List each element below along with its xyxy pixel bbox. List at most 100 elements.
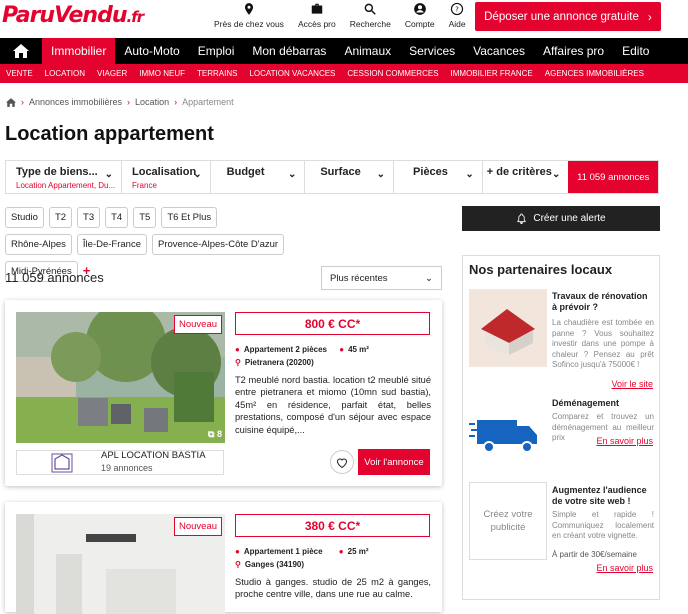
- partner-price: À partir de 30€/semaine: [552, 550, 637, 559]
- chip-t3[interactable]: T3: [77, 207, 101, 228]
- site-logo[interactable]: ParuVendu.fr: [2, 3, 144, 28]
- subnav-cession-commerces[interactable]: CESSION COMMERCES: [341, 69, 444, 78]
- partner-link[interactable]: Voir le site: [611, 379, 653, 389]
- photo-count: ⧉ 8: [208, 429, 222, 439]
- create-ad-placeholder[interactable]: Créez votre publicité: [469, 482, 547, 560]
- listing-rooms: Appartement 1 pièce: [243, 547, 323, 556]
- listing-description: T2 meublé nord bastia. location t2 meubl…: [235, 375, 431, 435]
- chip-t2[interactable]: T2: [48, 207, 73, 228]
- partner-link[interactable]: En savoir plus: [596, 436, 653, 446]
- location-pin-icon: [244, 3, 254, 15]
- truck-icon[interactable]: [469, 394, 547, 472]
- filter-bar: Type de biens... Location Appartement, Du…: [5, 160, 659, 194]
- listing-card[interactable]: ⧉ 8 Nouveau 800 € CC* ● Appartement 2 piè…: [5, 300, 442, 486]
- home-icon[interactable]: [6, 97, 16, 107]
- listing-price: 380 € CC*: [235, 514, 430, 537]
- chip-ile-de-france[interactable]: Île-De-France: [76, 234, 147, 255]
- nav-debarras[interactable]: Mon débarras: [243, 38, 335, 64]
- subnav-immobilier-france[interactable]: IMMOBILIER FRANCE: [445, 69, 539, 78]
- breadcrumb-current: Appartement: [182, 97, 234, 107]
- partner-title[interactable]: Travaux de rénovation à prévoir ?: [552, 291, 654, 313]
- filter-surface[interactable]: Surface ⌄: [305, 161, 395, 193]
- pro-access-link[interactable]: Accès pro: [298, 2, 336, 29]
- chevron-down-icon: ⌄: [552, 169, 561, 180]
- breadcrumb-item[interactable]: Annonces immobilières: [29, 97, 122, 107]
- chip-rhone-alpes[interactable]: Rhône-Alpes: [5, 234, 72, 255]
- subnav-terrains[interactable]: TERRAINS: [191, 69, 243, 78]
- listing-surface: 25 m²: [347, 547, 369, 556]
- sub-nav: VENTE LOCATION VIAGER IMMO NEUF TERRAINS…: [0, 64, 688, 83]
- account-link[interactable]: Compte: [405, 2, 435, 29]
- partner-link[interactable]: En savoir plus: [596, 563, 653, 573]
- listing-specs: ● Appartement 1 pièce ● 25 m²: [235, 547, 369, 556]
- chip-t4[interactable]: T4: [105, 207, 129, 228]
- partners-panel: Nos partenaires locaux Travaux de rénova…: [462, 255, 660, 600]
- nav-affaires-pro[interactable]: Affaires pro: [534, 38, 613, 64]
- nearby-link[interactable]: Près de chez vous: [214, 2, 284, 29]
- subnav-location-vacances[interactable]: LOCATION VACANCES: [243, 69, 341, 78]
- partners-title: Nos partenaires locaux: [469, 262, 613, 277]
- sort-select[interactable]: Plus récentes ⌄: [321, 266, 442, 290]
- user-icon: [413, 3, 426, 15]
- nav-services[interactable]: Services: [400, 38, 464, 64]
- nav-immobilier[interactable]: Immobilier: [42, 38, 116, 64]
- help-link[interactable]: ? Aide: [449, 2, 466, 29]
- chip-studio[interactable]: Studio: [5, 207, 44, 228]
- nav-auto-moto[interactable]: Auto-Moto: [115, 38, 188, 64]
- post-ad-button[interactable]: Déposer une annonce gratuite ›: [475, 2, 661, 31]
- subnav-agences[interactable]: AGENCES IMMOBILIÈRES: [539, 69, 650, 78]
- nav-vacances[interactable]: Vacances: [464, 38, 534, 64]
- chevron-down-icon: ⌄: [465, 169, 474, 180]
- location-pin-icon: ⚲: [235, 358, 241, 367]
- top-bar: ParuVendu.fr Près de chez vous Accès pro…: [0, 0, 688, 38]
- create-alert-button[interactable]: Créer une alerte: [462, 206, 660, 231]
- new-badge: Nouveau: [174, 517, 223, 536]
- chevron-down-icon: ⌄: [193, 169, 202, 180]
- results-count-button[interactable]: 11 059 annonces: [568, 161, 659, 193]
- subnav-location[interactable]: LOCATION: [39, 69, 91, 78]
- subnav-vente[interactable]: VENTE: [0, 69, 39, 78]
- new-badge: Nouveau: [174, 315, 223, 334]
- partner-text: La chaudière est tombée en panne ? Vous …: [552, 318, 654, 369]
- listing-specs: ● Appartement 2 pièces ● 45 m²: [235, 345, 369, 354]
- listing-location: ⚲ Pietranera (20200): [235, 358, 314, 367]
- nav-edito[interactable]: Edito: [613, 38, 658, 64]
- subnav-immo-neuf[interactable]: IMMO NEUF: [133, 69, 191, 78]
- breadcrumb: › Annonces immobilières › Location › App…: [6, 97, 234, 107]
- bell-icon: [517, 213, 526, 224]
- search-link[interactable]: Recherche: [350, 2, 391, 29]
- svg-text:?: ?: [455, 6, 459, 14]
- listing-description: Studio à ganges. studio de 25 m2 à gange…: [235, 577, 431, 600]
- filter-more[interactable]: + de critères ⌄: [483, 161, 569, 193]
- chevron-right-icon: ›: [647, 9, 652, 24]
- partner-title[interactable]: Déménagement: [552, 398, 654, 409]
- partner-title[interactable]: Augmentez l'audience de votre site web !: [552, 485, 654, 507]
- listing-card[interactable]: Nouveau 380 € CC* ● Appartement 1 pièce ●…: [5, 502, 442, 614]
- agency-name[interactable]: APL LOCATION BASTIA: [101, 450, 206, 461]
- chip-t6-plus[interactable]: T6 Et Plus: [161, 207, 218, 228]
- chip-t5[interactable]: T5: [133, 207, 157, 228]
- filter-rooms[interactable]: Pièces ⌄: [394, 161, 483, 193]
- nav-emploi[interactable]: Emploi: [189, 38, 244, 64]
- renovation-image[interactable]: [469, 289, 547, 367]
- home-icon[interactable]: [0, 38, 42, 64]
- filter-type[interactable]: Type de biens... Location Appartement, Du…: [6, 161, 122, 193]
- location-pin-icon: ⚲: [235, 560, 241, 569]
- view-listing-button[interactable]: Voir l'annonce: [358, 449, 430, 475]
- main-nav: Immobilier Auto-Moto Emploi Mon débarras…: [0, 38, 688, 64]
- nav-animaux[interactable]: Animaux: [335, 38, 400, 64]
- listing-price: 800 € CC*: [235, 312, 430, 335]
- breadcrumb-item[interactable]: Location: [135, 97, 169, 107]
- chip-paca[interactable]: Provence-Alpes-Côte D'azur: [152, 234, 285, 255]
- chevron-down-icon: ⌄: [104, 169, 113, 180]
- partner-text: Simple et rapide ! Communiquez localemen…: [552, 510, 654, 540]
- agency-listing-count: 19 annonces: [101, 463, 153, 473]
- heart-icon: [336, 457, 348, 468]
- chevron-down-icon: ⌄: [376, 169, 386, 180]
- filter-budget[interactable]: Budget ⌄: [211, 161, 306, 193]
- favorite-button[interactable]: [330, 450, 354, 474]
- filter-location[interactable]: Localisation France ⌄: [122, 161, 211, 193]
- results-count: 11 059 annonces: [5, 270, 104, 285]
- listing-surface: 45 m²: [348, 345, 369, 354]
- subnav-viager[interactable]: VIAGER: [91, 69, 133, 78]
